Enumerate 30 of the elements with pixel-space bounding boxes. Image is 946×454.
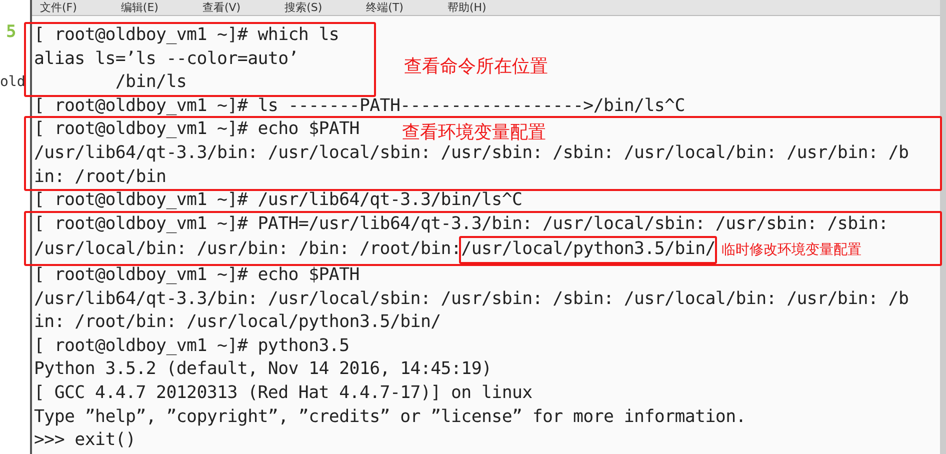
terminal-line: in: /root/bin: /usr/local/python3.5/bin/ bbox=[34, 311, 441, 334]
menu-item[interactable]: 搜索(S) bbox=[284, 1, 322, 14]
terminal-line: [ root@oldboy_vm1 ~]# which ls bbox=[34, 24, 340, 47]
terminal-line: /usr/lib64/qt-3.3/bin: /usr/local/sbin: /usr/sbin: /sbin: /usr/local/bin: /usr/bin: /b bbox=[34, 288, 909, 311]
gutter-text: 5 bbox=[6, 21, 16, 44]
terminal-line: /usr/local/bin: /usr/bin: /bin: /root/bin: bbox=[34, 238, 462, 262]
terminal-line: /usr/lib64/qt-3.3/bin: /usr/local/sbin: /usr/sbin: /sbin: /usr/local/bin: /usr/bin: /b bbox=[34, 142, 909, 165]
terminal-line: [ root@oldboy_vm1 ~]# ls -------PATH------------------>/bin/ls^C bbox=[34, 94, 685, 118]
gutter-text: old bbox=[0, 73, 26, 92]
terminal-line: [ root@oldboy_vm1 ~]# python3.5 bbox=[34, 334, 350, 358]
annotation-note: 查看环境变量配置 bbox=[402, 121, 546, 144]
terminal-line: [ root@oldboy_vm1 ~]# echo $PATH bbox=[34, 118, 360, 142]
terminal-line: [ GCC 4.4.7 20120313 (Red Hat 4.4.7-17)] on linux bbox=[34, 382, 532, 405]
terminal-line: >>> exit() bbox=[34, 429, 136, 452]
terminal-line: [ root@oldboy_vm1 ~]# PATH=/usr/lib64/qt-3.3/bin: /usr/local/sbin: /usr/sbin: /sbin: bbox=[34, 212, 888, 236]
annotation-note: 查看命令所在位置 bbox=[404, 55, 548, 78]
menu-item[interactable]: 文件(F) bbox=[40, 1, 77, 14]
terminal-line: in: /root/bin bbox=[34, 166, 166, 189]
annotation-note: 临时修改环境变量配置 bbox=[721, 241, 862, 260]
highlighted-path: /usr/local/python3.5/bin/ bbox=[459, 236, 718, 264]
terminal-line: alias ls=’ls --color=auto’ bbox=[34, 48, 298, 71]
menu-item[interactable]: 终端(T) bbox=[366, 1, 404, 14]
terminal-line: /bin/ls bbox=[114, 71, 187, 94]
terminal-line: [ root@oldboy_vm1 ~]# echo $PATH bbox=[34, 264, 360, 287]
terminal-line: Python 3.5.2 (default, Nov 14 2016, 14:45:19) bbox=[34, 358, 492, 382]
menu-item[interactable]: 查看(V) bbox=[202, 1, 241, 14]
terminal-line: Type ”help”, ”copyright”, ”credits” or ”license” for more information. bbox=[34, 406, 746, 428]
menu-item[interactable]: 帮助(H) bbox=[447, 1, 486, 14]
menu-item[interactable]: 编辑(E) bbox=[120, 1, 158, 14]
terminal-line: [ root@oldboy_vm1 ~]# /usr/lib64/qt-3.3/bin/ls^C bbox=[34, 189, 522, 212]
